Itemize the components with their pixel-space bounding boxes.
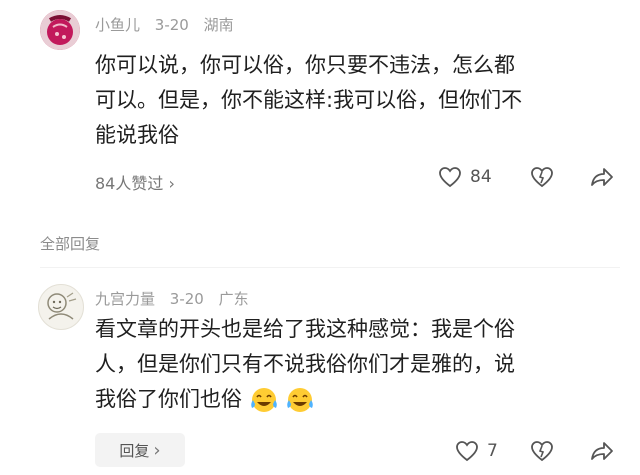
reply-button[interactable]: 回复 › <box>95 433 185 467</box>
laughing-emoji <box>250 388 277 412</box>
like-count: 84 <box>470 167 492 187</box>
comment-line: 能说我俗 <box>95 123 179 147</box>
section-divider <box>40 267 620 268</box>
comment-line-with-emoji: 我俗了你们也俗 <box>95 382 625 417</box>
chevron-right-icon: › <box>153 439 161 461</box>
comment-date: 3-20 <box>169 290 204 308</box>
reply-button-label: 回复 <box>119 441 150 460</box>
dislike-heart-icon <box>531 441 553 462</box>
comment-item-1: 小鱼儿 3-20 湖南 你可以说，你可以俗，你只要不违法，怎么都 可以。但是，你… <box>0 0 640 215</box>
dislike-button[interactable] <box>530 166 554 192</box>
like-button[interactable]: 84 <box>438 166 492 188</box>
comment-location: 湖南 <box>203 16 234 34</box>
comment-line: 人，但是你们只有不说我俗你们才是雅的，说 <box>95 352 515 376</box>
share-button[interactable] <box>590 166 614 192</box>
comment-location: 广东 <box>218 290 249 308</box>
comment-text: 你可以说，你可以俗，你只要不违法，怎么都 可以。但是，你不能这样:我可以俗，但你… <box>95 48 625 153</box>
all-replies-label[interactable]: 全部回复 <box>40 233 100 254</box>
dislike-heart-icon <box>531 167 553 188</box>
avatar[interactable] <box>38 284 84 330</box>
username[interactable]: 九宫力量 <box>95 290 155 308</box>
comment-item-2: 九宫力量 3-20 广东 看文章的开头也是给了我这种感觉：我是个俗 人，但是你们… <box>0 270 640 475</box>
comment-date: 3-20 <box>154 16 189 34</box>
avatar[interactable] <box>40 10 80 50</box>
comment-line: 可以。但是，你不能这样:我可以俗，但你们不 <box>95 88 523 112</box>
share-icon <box>591 168 613 186</box>
comment-line: 我俗了你们也俗 <box>95 387 242 411</box>
dislike-button[interactable] <box>530 440 554 466</box>
liked-by-link[interactable]: 84人赞过 › <box>95 170 175 194</box>
comment-meta: 小鱼儿 3-20 湖南 <box>95 14 234 35</box>
heart-icon <box>439 167 461 188</box>
laughing-emoji <box>287 388 314 412</box>
username[interactable]: 小鱼儿 <box>95 16 140 34</box>
like-button[interactable]: 7 <box>455 440 498 462</box>
heart-icon <box>456 441 478 462</box>
comment-line: 你可以说，你可以俗，你只要不违法，怎么都 <box>95 53 515 77</box>
comment-line: 看文章的开头也是给了我这种感觉：我是个俗 <box>95 317 515 341</box>
comment-text: 看文章的开头也是给了我这种感觉：我是个俗 人，但是你们只有不说我俗你们才是雅的，… <box>95 312 625 417</box>
share-icon <box>591 442 613 460</box>
like-count: 7 <box>487 441 498 461</box>
avatar-image <box>40 10 80 50</box>
avatar-image <box>39 285 83 329</box>
comment-meta: 九宫力量 3-20 广东 <box>95 288 249 309</box>
share-button[interactable] <box>590 440 614 466</box>
